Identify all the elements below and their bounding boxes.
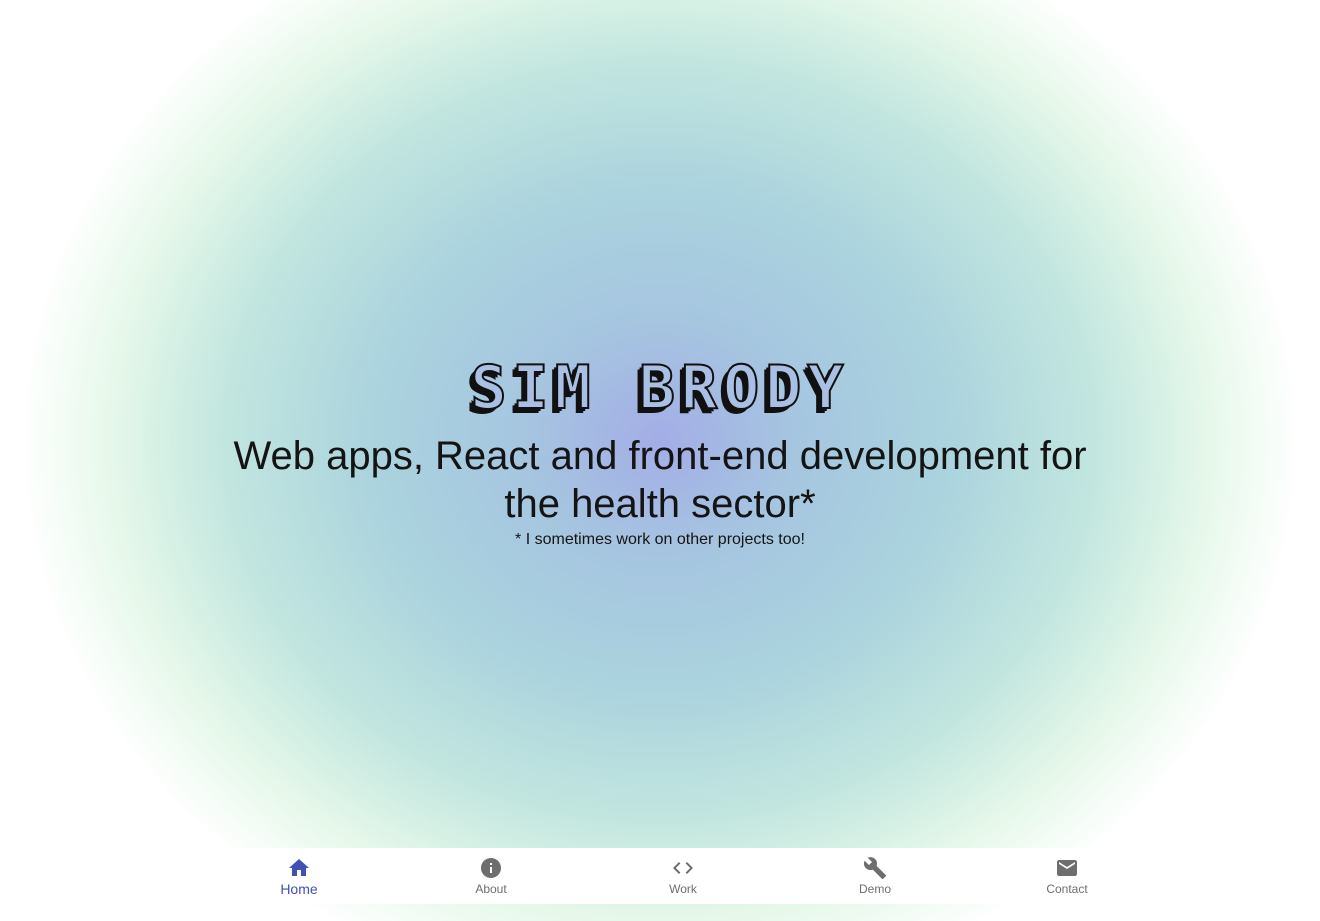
nav-label-demo: Demo bbox=[858, 882, 891, 896]
nav-item-work[interactable]: Work bbox=[587, 848, 779, 904]
nav-label-work: Work bbox=[669, 882, 697, 896]
wrench-icon bbox=[863, 857, 886, 879]
bottom-navigation: Home About Work Demo Contact bbox=[203, 848, 1163, 904]
nav-label-home: Home bbox=[280, 880, 318, 897]
code-icon bbox=[673, 862, 693, 874]
site-title: SIM BRODY bbox=[469, 352, 850, 424]
tagline: Web apps, React and front-end developmen… bbox=[233, 434, 1087, 526]
nav-label-about: About bbox=[475, 882, 507, 896]
home-icon bbox=[289, 858, 309, 876]
hero-section: SIM BRODY Web apps, React and front-end … bbox=[0, 352, 1320, 552]
nav-item-demo[interactable]: Demo bbox=[779, 848, 971, 904]
nav-item-home[interactable]: Home bbox=[203, 848, 395, 904]
tagline-footnote: * I sometimes work on other projects too… bbox=[515, 531, 805, 548]
mail-icon bbox=[1057, 860, 1077, 876]
nav-item-contact[interactable]: Contact bbox=[971, 848, 1163, 904]
info-icon bbox=[481, 858, 501, 878]
nav-label-contact: Contact bbox=[1046, 882, 1088, 896]
nav-item-about[interactable]: About bbox=[395, 848, 587, 904]
